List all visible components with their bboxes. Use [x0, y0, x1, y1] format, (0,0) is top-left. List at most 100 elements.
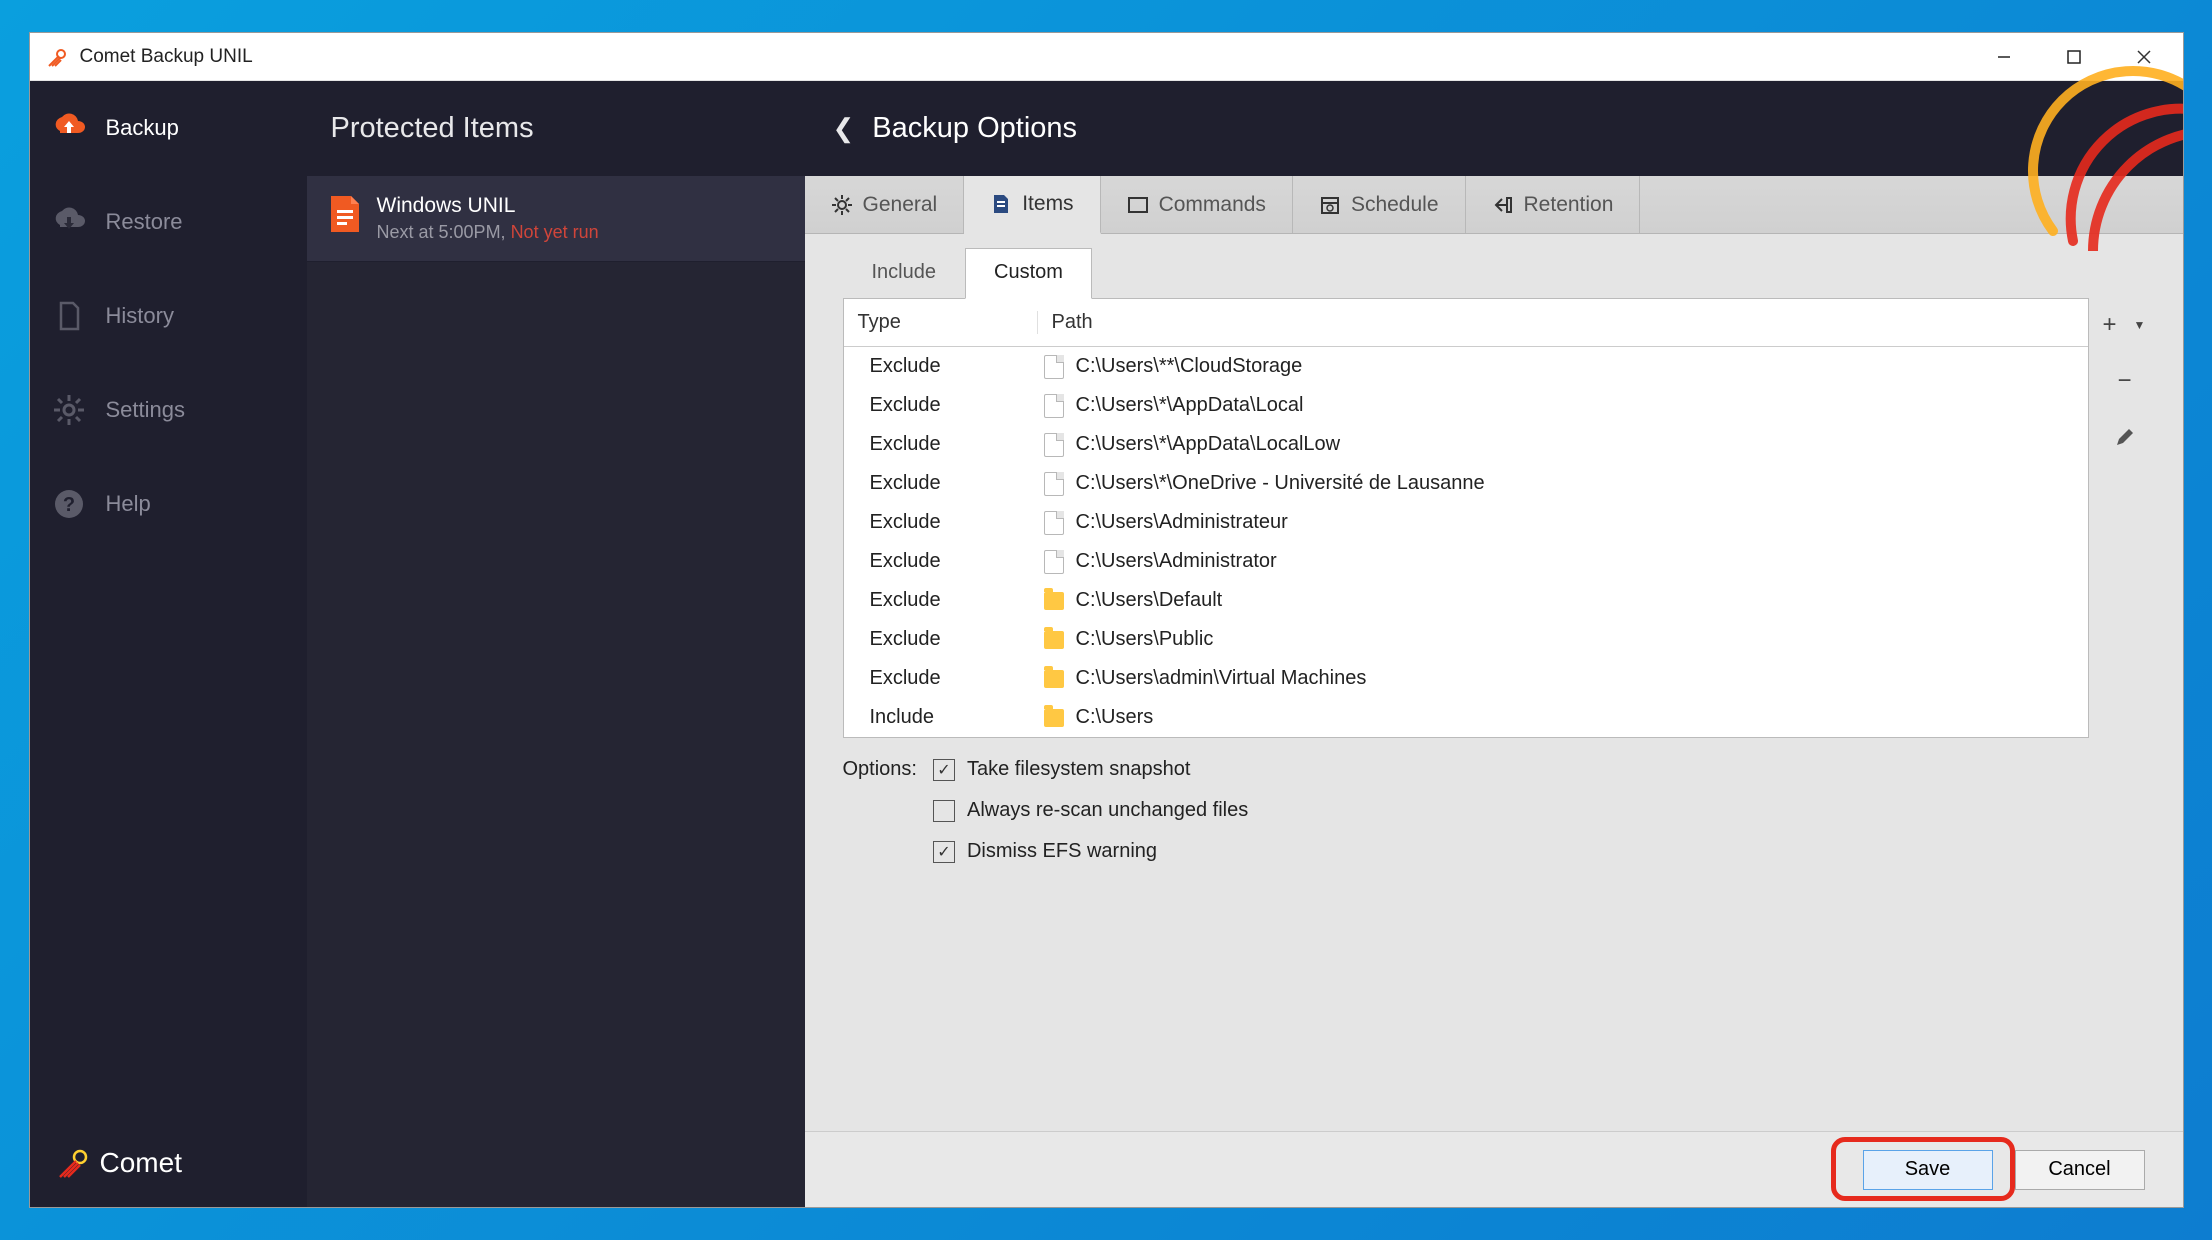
document-icon	[990, 193, 1012, 215]
row-type: Exclude	[844, 550, 1038, 573]
row-type: Exclude	[844, 355, 1038, 378]
table-row[interactable]: ExcludeC:\Users\Default	[844, 581, 2088, 620]
app-icon	[46, 45, 70, 69]
table-row[interactable]: ExcludeC:\Users\*\OneDrive - Université …	[844, 464, 2088, 503]
options-label: Options:	[843, 758, 917, 863]
nav-history[interactable]: History	[30, 269, 307, 363]
settings-icon	[52, 393, 86, 427]
brand-label: Comet	[100, 1147, 182, 1179]
window-title: Comet Backup UNIL	[80, 46, 253, 68]
tab-schedule[interactable]: Schedule	[1293, 176, 1466, 233]
rules-table[interactable]: Type Path ExcludeC:\Users\**\CloudStorag…	[843, 298, 2089, 738]
table-row[interactable]: ExcludeC:\Users\admin\Virtual Machines	[844, 659, 2088, 698]
file-icon	[1044, 394, 1064, 418]
sub-tab-bar: Include Custom	[805, 234, 2183, 299]
folder-icon	[1044, 709, 1064, 727]
tab-retention[interactable]: Retention	[1466, 176, 1641, 233]
row-path: C:\Users\Default	[1038, 589, 2088, 612]
nav-label: Backup	[106, 115, 179, 141]
cancel-button[interactable]: Cancel	[2015, 1150, 2145, 1190]
restore-icon	[52, 205, 86, 239]
checkbox[interactable]: ✓	[933, 759, 955, 781]
comet-logo: Comet	[56, 1145, 281, 1181]
folder-icon	[1044, 670, 1064, 688]
protected-items-header: Protected Items	[307, 81, 805, 176]
protected-item[interactable]: Windows UNIL Next at 5:00PM, Not yet run	[307, 176, 805, 262]
tab-label: Retention	[1524, 193, 1614, 217]
calendar-icon	[1319, 194, 1341, 216]
main-panel: ❮ Backup Options General Item	[805, 81, 2183, 1207]
option-label: Always re-scan unchanged files	[967, 799, 1248, 822]
decorative-swirl	[2013, 51, 2184, 251]
subtab-include[interactable]: Include	[843, 248, 966, 299]
add-dropdown[interactable]: ▼	[2126, 311, 2154, 339]
terminal-icon	[1127, 194, 1149, 216]
retention-icon	[1492, 194, 1514, 216]
protected-items-panel: Protected Items Windows UNIL Next at 5:0…	[307, 81, 805, 1207]
row-path: C:\Users\*\OneDrive - Université de Laus…	[1038, 472, 2088, 496]
edit-button[interactable]	[2111, 423, 2139, 451]
row-path: C:\Users\Public	[1038, 628, 2088, 651]
folder-icon	[1044, 631, 1064, 649]
backup-icon	[52, 111, 86, 145]
tab-bar: General Items Commands Schedule Retentio…	[805, 176, 2183, 234]
table-row[interactable]: ExcludeC:\Users\*\AppData\LocalLow	[844, 425, 2088, 464]
option-row: ✓ Dismiss EFS warning	[933, 840, 1248, 863]
checkbox[interactable]	[933, 800, 955, 822]
option-label: Take filesystem snapshot	[967, 758, 1190, 781]
row-type: Exclude	[844, 628, 1038, 651]
row-type: Exclude	[844, 433, 1038, 456]
file-icon	[1044, 355, 1064, 379]
nav-label: Help	[106, 491, 151, 517]
nav-settings[interactable]: Settings	[30, 363, 307, 457]
titlebar: Comet Backup UNIL	[30, 33, 2183, 81]
file-icon	[1044, 433, 1064, 457]
footer: Save Cancel	[805, 1131, 2183, 1207]
checkbox[interactable]: ✓	[933, 841, 955, 863]
table-actions: + ▼ −	[2105, 299, 2145, 738]
tab-label: Schedule	[1351, 193, 1439, 217]
gear-icon	[831, 194, 853, 216]
table-row[interactable]: ExcludeC:\Users\Public	[844, 620, 2088, 659]
row-path: C:\Users	[1038, 706, 2088, 729]
file-icon	[1044, 472, 1064, 496]
tab-label: Commands	[1159, 193, 1266, 217]
sidebar: Backup Restore History Settings	[30, 81, 307, 1207]
col-header-path[interactable]: Path	[1038, 311, 2088, 334]
row-path: C:\Users\*\AppData\Local	[1038, 394, 2088, 418]
folder-icon	[1044, 592, 1064, 610]
option-label: Dismiss EFS warning	[967, 840, 1157, 863]
nav-backup[interactable]: Backup	[30, 81, 307, 175]
file-icon	[1044, 511, 1064, 535]
history-icon	[52, 299, 86, 333]
row-path: C:\Users\Administrator	[1038, 550, 2088, 574]
back-button[interactable]: ❮	[833, 113, 855, 144]
file-icon	[1044, 550, 1064, 574]
table-row[interactable]: ExcludeC:\Users\Administrateur	[844, 503, 2088, 542]
nav-help[interactable]: ? Help	[30, 457, 307, 551]
table-row[interactable]: ExcludeC:\Users\Administrator	[844, 542, 2088, 581]
remove-button[interactable]: −	[2111, 367, 2139, 395]
table-row[interactable]: ExcludeC:\Users\**\CloudStorage	[844, 347, 2088, 386]
row-type: Exclude	[844, 511, 1038, 534]
svg-text:?: ?	[62, 494, 74, 516]
tab-commands[interactable]: Commands	[1101, 176, 1293, 233]
add-button[interactable]: +	[2096, 311, 2124, 339]
row-path: C:\Users\*\AppData\LocalLow	[1038, 433, 2088, 457]
col-header-type[interactable]: Type	[844, 311, 1038, 334]
protected-item-title: Windows UNIL	[377, 194, 599, 218]
row-path: C:\Users\admin\Virtual Machines	[1038, 667, 2088, 690]
nav-label: Settings	[106, 397, 186, 423]
file-icon	[329, 194, 361, 234]
table-row[interactable]: ExcludeC:\Users\*\AppData\Local	[844, 386, 2088, 425]
tab-items[interactable]: Items	[964, 176, 1100, 234]
nav-label: Restore	[106, 209, 183, 235]
tab-label: General	[863, 193, 938, 217]
nav-restore[interactable]: Restore	[30, 175, 307, 269]
option-row: ✓ Take filesystem snapshot	[933, 758, 1248, 781]
row-type: Exclude	[844, 589, 1038, 612]
subtab-custom[interactable]: Custom	[965, 248, 1092, 299]
tab-general[interactable]: General	[805, 176, 965, 233]
table-row[interactable]: IncludeC:\Users	[844, 698, 2088, 737]
save-button[interactable]: Save	[1863, 1150, 1993, 1190]
